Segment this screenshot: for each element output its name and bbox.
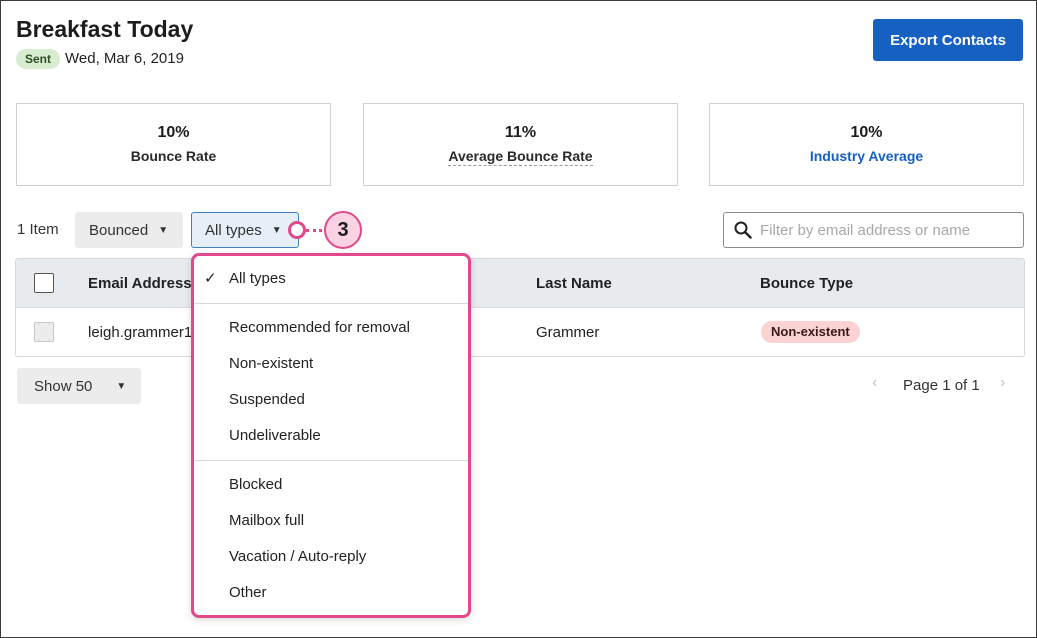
menu-divider <box>194 303 468 304</box>
menu-item-undeliverable[interactable]: Undeliverable <box>229 427 321 444</box>
menu-item-other[interactable]: Other <box>229 584 267 601</box>
search-icon <box>734 221 752 239</box>
stat-label[interactable]: Average Bounce Rate <box>448 148 593 166</box>
type-filter-dropdown[interactable]: All types ▼ <box>191 212 299 248</box>
menu-item-non-existent[interactable]: Non-existent <box>229 355 313 372</box>
check-icon: ✓ <box>204 270 217 287</box>
item-count: 1 Item <box>17 221 59 238</box>
table-row: leigh.grammer1 Grammer Non-existent <box>16 308 1024 357</box>
stat-card-average-bounce-rate: 11% Average Bounce Rate <box>363 103 678 186</box>
search-input[interactable] <box>760 221 1010 239</box>
page-title: Breakfast Today <box>16 16 194 42</box>
stat-card-industry-average: 10% Industry Average <box>709 103 1024 186</box>
row-checkbox <box>34 322 54 342</box>
page-indicator: Page 1 of 1 <box>903 377 980 394</box>
row-last-name: Grammer <box>536 324 600 341</box>
stat-value: 10% <box>850 124 883 141</box>
page-size-dropdown[interactable]: Show 50 ▼ <box>17 368 141 404</box>
bounced-filter-label: Bounced <box>89 221 149 239</box>
bounce-type-badge: Non-existent <box>761 321 860 343</box>
search-field[interactable] <box>723 212 1024 248</box>
column-header-email[interactable]: Email Address <box>88 275 192 292</box>
chevron-down-icon: ▼ <box>116 380 127 392</box>
menu-item-recommended-for-removal[interactable]: Recommended for removal <box>229 319 410 336</box>
export-contacts-button[interactable]: Export Contacts <box>873 19 1023 61</box>
menu-divider <box>194 460 468 461</box>
table-header: Email Address Last Name Bounce Type <box>16 259 1024 308</box>
contacts-table: Email Address Last Name Bounce Type leig… <box>15 258 1025 357</box>
stat-value: 10% <box>157 124 190 141</box>
chevron-right-icon[interactable]: › <box>1000 374 1005 392</box>
page-size-label: Show 50 <box>34 377 93 395</box>
status-badge: Sent <box>16 49 61 69</box>
menu-item-suspended[interactable]: Suspended <box>229 391 305 408</box>
stat-label: Bounce Rate <box>130 148 217 164</box>
chevron-down-icon: ▼ <box>271 224 282 236</box>
menu-item-all-types[interactable]: All types <box>229 270 286 287</box>
bounced-filter-dropdown[interactable]: Bounced ▼ <box>75 212 183 248</box>
chevron-left-icon[interactable]: ‹ <box>872 374 877 392</box>
callout-number: 3 <box>324 211 362 249</box>
select-all-checkbox[interactable] <box>34 273 54 293</box>
menu-item-mailbox-full[interactable]: Mailbox full <box>229 512 304 529</box>
industry-average-link[interactable]: Industry Average <box>710 148 1023 164</box>
chevron-down-icon: ▼ <box>158 224 169 236</box>
sent-date: Wed, Mar 6, 2019 <box>65 50 184 67</box>
stat-value: 11% <box>504 124 537 141</box>
bounce-type-menu: ✓ All types Recommended for removal Non-… <box>191 253 471 618</box>
menu-item-blocked[interactable]: Blocked <box>229 476 282 493</box>
type-filter-label: All types <box>205 221 262 239</box>
stat-card-bounce-rate: 10% Bounce Rate <box>16 103 331 186</box>
callout-dot <box>288 221 306 239</box>
column-header-bounce-type[interactable]: Bounce Type <box>760 275 853 292</box>
column-header-last-name[interactable]: Last Name <box>536 275 612 292</box>
menu-item-vacation-auto-reply[interactable]: Vacation / Auto-reply <box>229 548 366 565</box>
row-email[interactable]: leigh.grammer1 <box>88 324 192 341</box>
